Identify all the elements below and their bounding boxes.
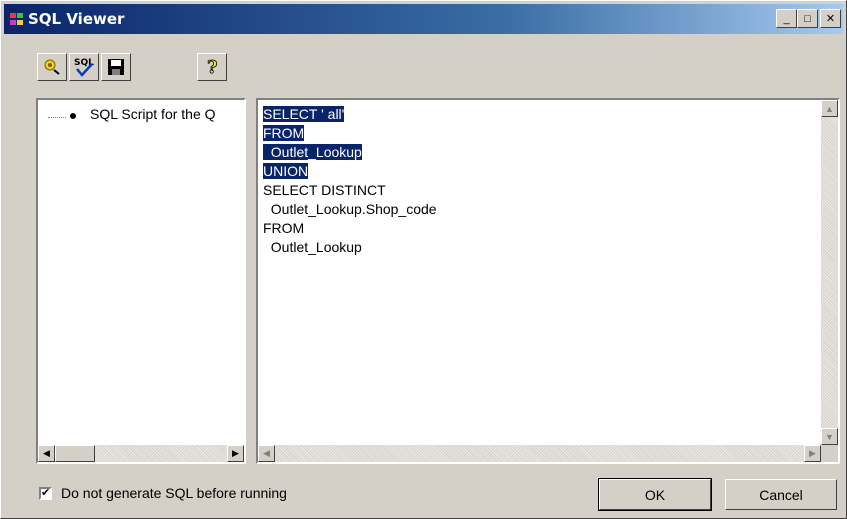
code-line-text: FROM [263,220,305,236]
scroll-up-icon[interactable]: ▲ [821,100,838,117]
code-line-text: SELECT DISTINCT [263,182,386,198]
code-line[interactable]: FROM [263,124,437,143]
tree-bullet-icon [70,113,76,119]
help-button[interactable]: ? [197,53,227,81]
minimize-button[interactable]: _ [776,9,797,28]
run-query-button[interactable] [37,53,67,81]
sql-check-button[interactable]: SQL [69,53,99,81]
tree-item-sql-script[interactable]: SQL Script for the Q [90,106,242,122]
sql-code[interactable]: SELECT ' all' FROM Outlet_Lookup UNION SELE… [263,105,437,257]
close-icon: ✕ [825,13,836,25]
code-line-text: UNION [263,163,309,179]
ok-button[interactable]: OK [598,478,712,511]
sql-check-icon: SQL [74,58,94,77]
minimize-icon: _ [783,12,790,25]
editor-vertical-scrollbar[interactable]: ▲ ▼ [821,100,838,445]
scroll-left-icon[interactable]: ◀ [258,445,275,462]
code-line[interactable]: SELECT DISTINCT [263,181,437,200]
tree-connector [48,117,66,118]
code-line-text: Outlet_Lookup [263,239,362,255]
scroll-down-icon[interactable]: ▼ [821,428,838,445]
no-generate-sql-checkbox[interactable]: ✔ [39,487,52,500]
window-title: SQL Viewer [28,10,125,28]
no-generate-sql-label[interactable]: Do not generate SQL before running [61,485,287,501]
code-line-text: FROM [263,125,305,141]
save-icon [108,59,124,75]
close-button[interactable]: ✕ [820,9,841,28]
code-line[interactable]: Outlet_Lookup [263,238,437,257]
title-bar[interactable]: SQL Viewer _ □ ✕ [4,4,843,34]
help-icon: ? [207,57,218,78]
scroll-left-icon[interactable]: ◀ [38,445,55,462]
code-line-text: Outlet_Lookup.Shop_code [263,201,437,217]
scroll-right-icon[interactable]: ▶ [227,445,244,462]
code-line-text: Outlet_Lookup [263,144,362,160]
cancel-button[interactable]: Cancel [725,479,837,510]
scroll-right-icon[interactable]: ▶ [804,445,821,462]
code-line[interactable]: Outlet_Lookup [263,143,437,162]
checkmark-icon: ✔ [41,487,51,499]
ok-button-label: OK [644,486,666,503]
run-query-icon [44,59,60,75]
tree-horizontal-scrollbar[interactable]: ◀ ▶ [38,445,244,462]
sql-editor[interactable]: SELECT ' all' FROM Outlet_Lookup UNION SELE… [256,98,840,464]
svg-text:?: ? [207,57,218,78]
script-tree[interactable]: SQL Script for the Q ◀ ▶ [36,98,246,464]
save-button[interactable] [101,53,131,81]
sql-viewer-window: SQL Viewer _ □ ✕ SQL ? SQL Script for th… [0,0,847,519]
code-line-text: SELECT ' all' [263,106,345,122]
scroll-corner [821,445,838,462]
maximize-icon: □ [804,12,811,25]
tree-scroll-thumb[interactable] [55,445,95,462]
maximize-button[interactable]: □ [797,9,818,28]
app-icon [10,13,23,25]
code-line[interactable]: SELECT ' all' [263,105,437,124]
code-line[interactable]: FROM [263,219,437,238]
cancel-button-label: Cancel [759,486,803,503]
editor-horizontal-scrollbar[interactable]: ◀ ▶ [258,445,821,462]
code-line[interactable]: Outlet_Lookup.Shop_code [263,200,437,219]
code-line[interactable]: UNION [263,162,437,181]
